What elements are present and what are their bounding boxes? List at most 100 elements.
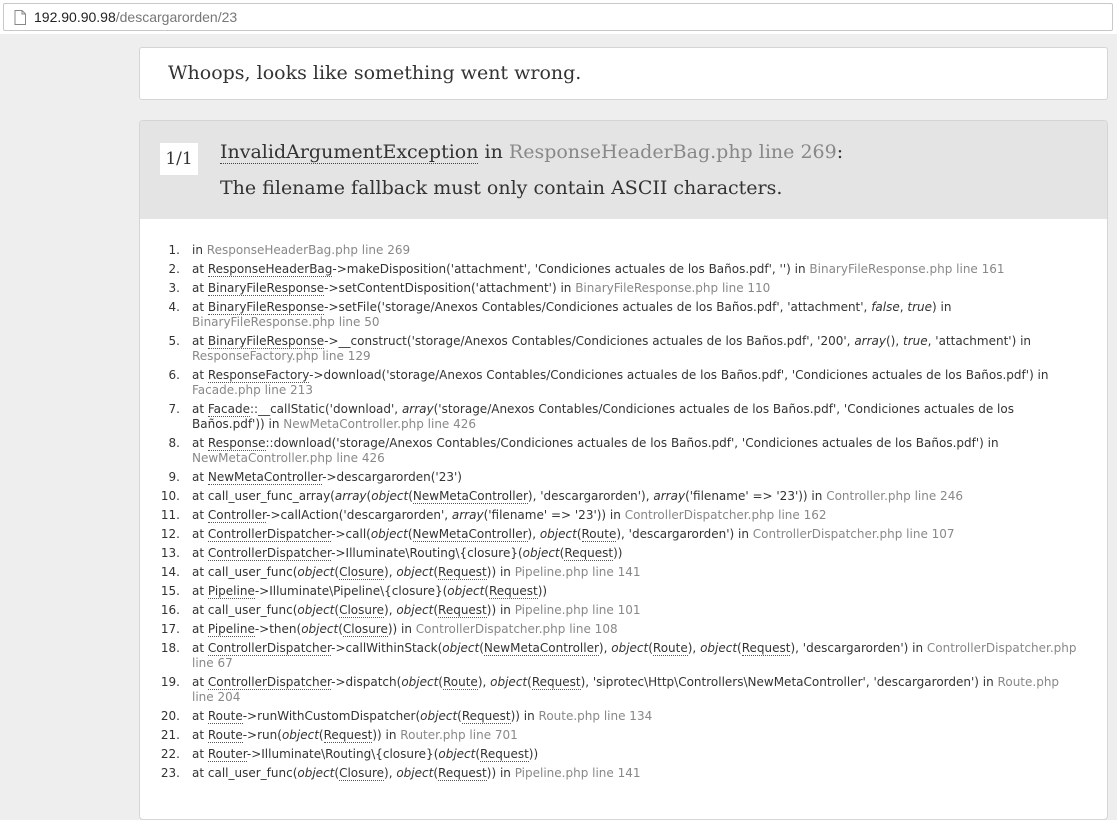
trace-keyword: object <box>447 584 485 598</box>
trace-text: at call_user_func_array( <box>192 489 335 503</box>
exception-colon: : <box>836 141 844 163</box>
trace-row: 6. at ResponseFactory->download('storage/… <box>140 368 1082 398</box>
trace-file-location: NewMetaController.php line 426 <box>283 417 477 431</box>
trace-class-name: ResponseHeaderBag <box>207 262 333 277</box>
trace-keyword: object <box>420 709 458 723</box>
trace-file-location: Controller.php line 246 <box>826 489 963 503</box>
trace-text: ->call( <box>331 527 371 541</box>
trace-class-name: ResponseFactory <box>207 368 310 383</box>
trace-file-location: Pipeline.php line 141 <box>514 766 641 780</box>
trace-class-name: ControllerDispatcher <box>207 641 332 656</box>
trace-class-name: Closure <box>339 565 385 580</box>
trace-class-name: NewMetaController <box>412 489 528 504</box>
trace-number: 13. <box>160 546 180 560</box>
trace-text: ), <box>384 766 397 780</box>
trace-text: at <box>192 508 208 522</box>
trace-class-name: Request <box>480 747 529 762</box>
trace-text: ::__callStatic('download', <box>249 402 402 416</box>
trace-number: 21. <box>160 728 180 742</box>
trace-class-name: Request <box>438 766 487 781</box>
trace-class-name: Closure <box>339 603 385 618</box>
trace-number: 22. <box>160 747 180 761</box>
trace-text: at <box>192 747 208 761</box>
trace-keyword: array <box>401 402 434 416</box>
trace-text: at <box>192 402 208 416</box>
trace-row: 12. at ControllerDispatcher->call(object(… <box>140 527 1082 542</box>
trace-text: ), 'siprotec\Http\Controllers\NewMetaCon… <box>580 675 998 689</box>
trace-row: 9. at NewMetaController->descargarorden('… <box>140 470 1082 485</box>
trace-number: 18. <box>160 641 180 655</box>
trace-keyword: object <box>297 603 335 617</box>
trace-class-name: Request <box>323 728 373 743</box>
trace-file-location: Facade.php line 213 <box>192 383 313 397</box>
trace-text: ), 'descargarorden') in <box>790 641 927 655</box>
trace-class-name: Pipeline <box>207 584 255 599</box>
trace-row: 17. at Pipeline->then(object(Closure)) in… <box>140 622 1082 637</box>
trace-keyword: object <box>438 747 476 761</box>
trace-text: ->setContentDisposition('attachment') in <box>324 281 576 295</box>
trace-keyword: object <box>396 603 434 617</box>
trace-text: at <box>192 641 208 655</box>
whoops-box: Whoops, looks like something went wrong. <box>139 47 1108 100</box>
trace-file-location: Pipeline.php line 101 <box>514 603 641 617</box>
trace-class-name: BinaryFileResponse <box>207 334 325 349</box>
exception-panel: 1/1 InvalidArgumentException in Response… <box>139 120 1108 820</box>
trace-text: at <box>192 281 208 295</box>
trace-class-name: Request <box>438 565 487 580</box>
trace-text: , 'attachment') in <box>927 334 1032 348</box>
trace-text: )) in <box>486 766 515 780</box>
trace-class-name: Request <box>531 675 581 690</box>
trace-file-location: Route.php line 134 <box>538 709 653 723</box>
trace-text: at call_user_func( <box>192 565 298 579</box>
trace-keyword: object <box>281 728 319 742</box>
trace-class-name: Closure <box>339 766 385 781</box>
trace-row: 16. at call_user_func(object(Closure), ob… <box>140 603 1082 618</box>
trace-class-name: Route <box>207 709 243 724</box>
trace-text: ->run( <box>242 728 282 742</box>
trace-number: 12. <box>160 527 180 541</box>
trace-number: 17. <box>160 622 180 636</box>
trace-text: at <box>192 527 208 541</box>
trace-keyword: true <box>907 300 933 314</box>
trace-text: ( <box>407 527 413 541</box>
page-icon <box>14 10 26 25</box>
trace-file-location: BinaryFileResponse.php line 110 <box>575 281 771 295</box>
trace-row: 4. at BinaryFileResponse->setFile('storag… <box>140 300 1082 330</box>
trace-number: 2. <box>168 262 180 276</box>
trace-text: ) in <box>932 300 952 314</box>
trace-number: 8. <box>168 436 180 450</box>
trace-text: ::download('storage/Anexos Contables/Con… <box>265 436 999 450</box>
trace-text: ->Illuminate\Routing\{closure}( <box>331 546 523 560</box>
trace-keyword: object <box>442 641 480 655</box>
trace-row: 13. at ControllerDispatcher->Illuminate\R… <box>140 546 1082 561</box>
url-field[interactable]: 192.90.90.98/descargarorden/23 <box>3 3 1113 31</box>
trace-text: at call_user_func( <box>192 603 298 617</box>
exception-counter: 1/1 <box>160 143 198 175</box>
trace-text: at <box>192 300 208 314</box>
trace-text: ->dispatch( <box>331 675 402 689</box>
trace-keyword: array <box>854 334 886 348</box>
trace-row: 7. at Facade::__callStatic('download', ar… <box>140 402 1082 432</box>
trace-text: at <box>192 675 208 689</box>
trace-text: ('filename' => '23')) in <box>483 508 625 522</box>
trace-class-name: Request <box>461 709 511 724</box>
trace-class-name: ControllerDispatcher <box>207 546 332 561</box>
trace-text: ->runWithCustomDispatcher( <box>242 709 421 723</box>
trace-keyword: array <box>451 508 484 522</box>
trace-text: at call_user_func( <box>192 766 298 780</box>
trace-class-name: ControllerDispatcher <box>207 527 332 542</box>
trace-keyword: object <box>401 675 439 689</box>
trace-text: ('filename' => '23')) in <box>685 489 827 503</box>
trace-class-name: Response <box>207 436 266 451</box>
trace-text: )) <box>537 584 548 598</box>
url-path: /descargarorden/23 <box>115 9 238 25</box>
trace-row: 19. at ControllerDispatcher->dispatch(obj… <box>140 675 1082 705</box>
trace-text: at <box>192 622 208 636</box>
trace-row: 21. at Route->run(object(Request)) in Rou… <box>140 728 1082 743</box>
trace-class-name: Route <box>207 728 243 743</box>
exception-header: 1/1 InvalidArgumentException in Response… <box>140 121 1107 219</box>
trace-text: ), <box>384 603 397 617</box>
trace-text: ), <box>687 641 701 655</box>
trace-row: 20. at Route->runWithCustomDispatcher(obj… <box>140 709 1082 724</box>
exception-title: InvalidArgumentException in ResponseHead… <box>220 141 844 164</box>
